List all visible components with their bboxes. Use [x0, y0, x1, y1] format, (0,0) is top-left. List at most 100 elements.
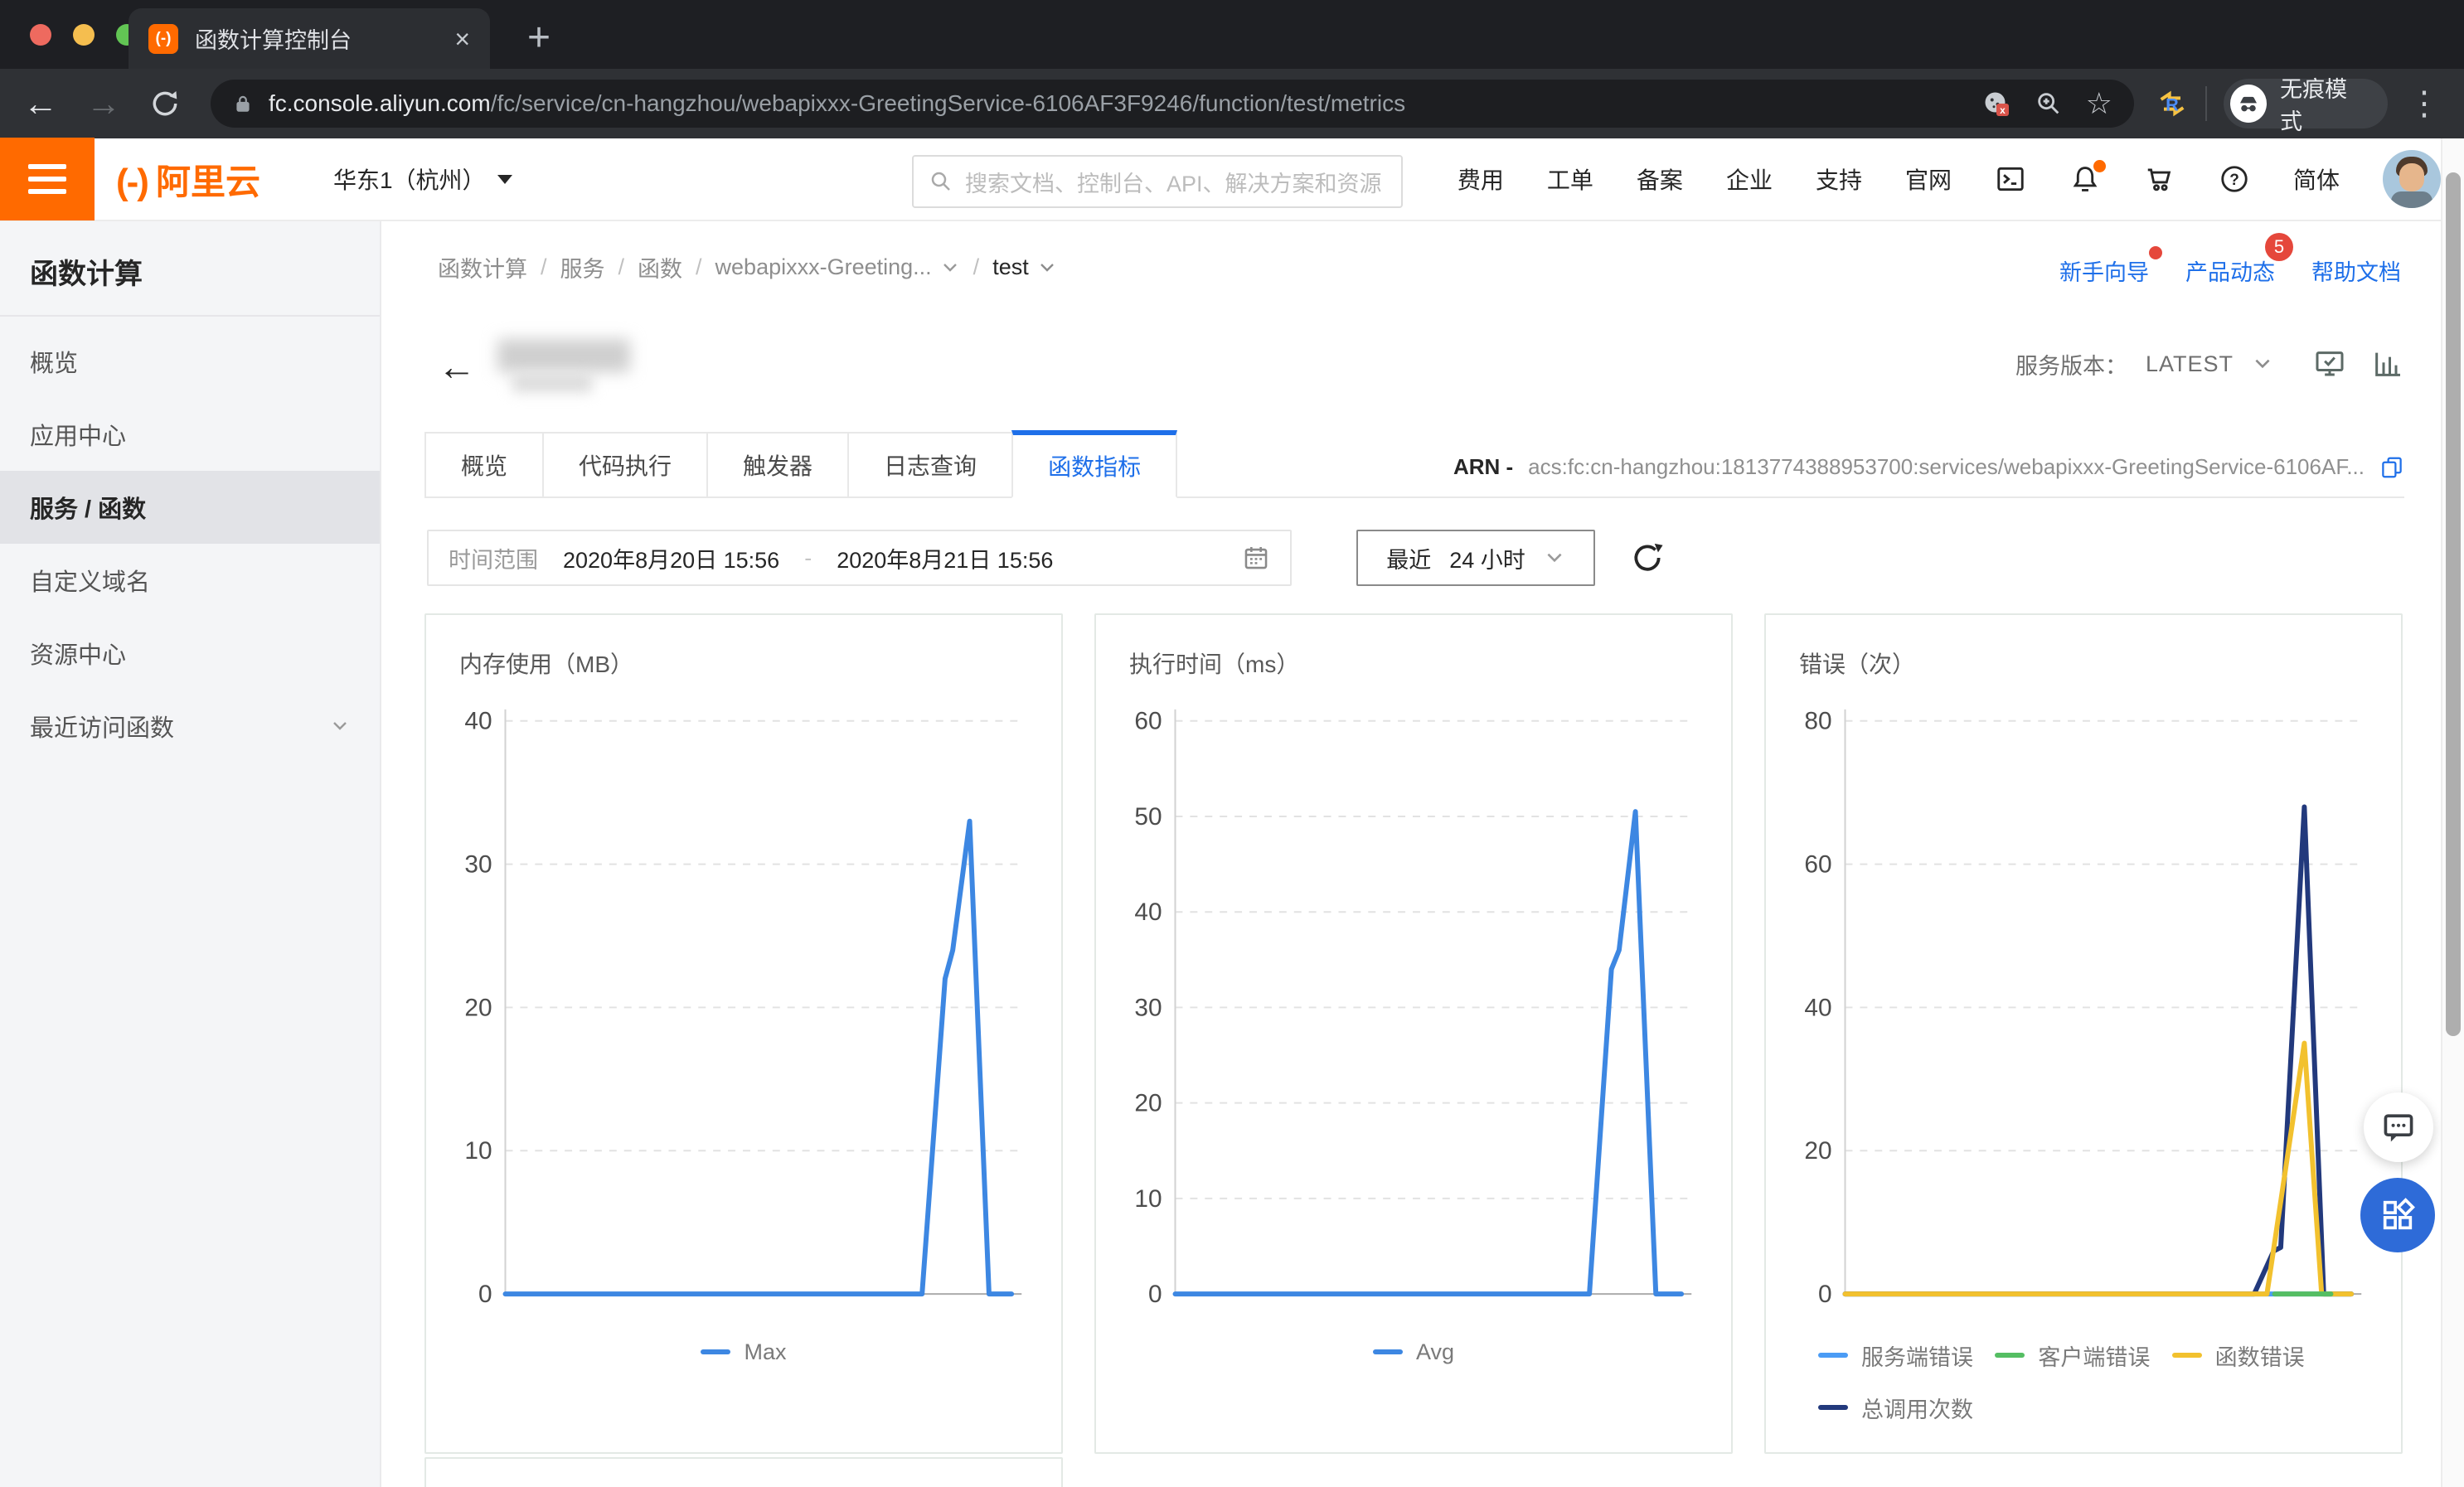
- cloudshell-icon[interactable]: [1995, 163, 2026, 195]
- back-arrow-icon[interactable]: ←: [438, 347, 476, 385]
- chart-legend: Avg: [1096, 1339, 1731, 1365]
- arn-row: ARN - acs:fc:cn-hangzhou:181377438895370…: [1453, 454, 2404, 480]
- sidebar-item-5[interactable]: 最近访问函数: [0, 690, 380, 763]
- next-row-card: [424, 1457, 1063, 1487]
- region-selector[interactable]: 华东1（杭州）: [333, 162, 512, 196]
- reload-button[interactable]: [149, 88, 181, 119]
- browser-tab[interactable]: (-) 函数计算控制台 ×: [129, 8, 490, 69]
- bookmark-star-icon[interactable]: ☆: [2086, 89, 2112, 119]
- line-chart-plot: 020406080: [1766, 680, 2401, 1339]
- url-bar[interactable]: fc.console.aliyun.com/fc/service/cn-hang…: [211, 80, 2134, 128]
- series-函数错误: [1845, 1044, 2351, 1295]
- incognito-badge: 无痕模式: [2224, 79, 2388, 128]
- tabs-row: 概览代码执行触发器日志查询函数指标 ARN - acs:fc:cn-hangzh…: [424, 430, 2404, 498]
- tab-0[interactable]: 概览: [424, 432, 542, 498]
- topnav-item-2[interactable]: 备案: [1637, 162, 1683, 196]
- url-text: fc.console.aliyun.com/fc/service/cn-hang…: [269, 90, 1405, 117]
- hamburger-menu-button[interactable]: [0, 138, 95, 220]
- calendar-icon[interactable]: [1242, 544, 1270, 572]
- breadcrumb-item-0[interactable]: 函数计算: [438, 251, 527, 283]
- legend-item-0[interactable]: 服务端错误: [1818, 1339, 1995, 1372]
- header-link-2[interactable]: 帮助文档: [2311, 254, 2401, 287]
- close-window-button[interactable]: [30, 24, 51, 46]
- chart-title: 内存使用（MB）: [426, 615, 1061, 680]
- tab-4[interactable]: 函数指标: [1011, 430, 1177, 498]
- back-button[interactable]: ←: [23, 84, 58, 124]
- breadcrumb-item-2[interactable]: 函数: [638, 251, 682, 283]
- quick-range-select[interactable]: 最近 24 小时: [1356, 530, 1595, 586]
- lock-icon: [232, 93, 254, 114]
- global-search-input[interactable]: 搜索文档、控制台、API、解决方案和资源: [912, 155, 1403, 208]
- topnav-item-3[interactable]: 企业: [1726, 162, 1773, 196]
- legend-label: 函数错误: [2215, 1339, 2305, 1372]
- monitor-check-icon[interactable]: [2313, 347, 2346, 380]
- series-Avg: [1175, 811, 1681, 1294]
- count-badge: 5: [2265, 233, 2293, 261]
- time-range-picker[interactable]: 时间范围 2020年8月20日 15:56 - 2020年8月21日 15:56: [427, 530, 1292, 586]
- service-version-value[interactable]: LATEST: [2146, 351, 2234, 377]
- sidebar-item-label: 应用中心: [30, 417, 126, 452]
- quick-apps-button[interactable]: [2360, 1178, 2435, 1252]
- breadcrumb-item-1[interactable]: 服务: [560, 251, 605, 283]
- search-placeholder: 搜索文档、控制台、API、解决方案和资源: [965, 166, 1382, 198]
- legend-item-1[interactable]: 客户端错误: [1995, 1339, 2171, 1372]
- tab-3[interactable]: 日志查询: [847, 432, 1011, 498]
- language-selector[interactable]: 简体: [2293, 162, 2340, 196]
- forward-button[interactable]: →: [86, 84, 121, 124]
- breadcrumb-item-3[interactable]: webapixxx-Greeting...: [715, 254, 960, 280]
- sidebar-item-3[interactable]: 自定义域名: [0, 544, 380, 617]
- metrics-bar-chart-icon[interactable]: [2371, 347, 2404, 380]
- sidebar-item-1[interactable]: 应用中心: [0, 398, 380, 471]
- legend-item-0[interactable]: Max: [701, 1339, 786, 1365]
- svg-text:20: 20: [1804, 1137, 1831, 1165]
- aliyun-logo[interactable]: (-) 阿里云: [116, 154, 260, 205]
- refresh-button[interactable]: [1630, 540, 1665, 575]
- zoom-icon[interactable]: [2035, 90, 2063, 118]
- sidebar-item-4[interactable]: 资源中心: [0, 617, 380, 690]
- page-scrollbar[interactable]: [2441, 138, 2464, 1487]
- notifications-bell-icon[interactable]: [2069, 163, 2101, 195]
- chevron-down-icon[interactable]: [2252, 353, 2273, 375]
- svg-text:60: 60: [1804, 851, 1831, 879]
- chevron-down-icon: [330, 716, 350, 736]
- sidebar-item-0[interactable]: 概览: [0, 325, 380, 398]
- topnav-item-1[interactable]: 工单: [1547, 162, 1593, 196]
- tab-2[interactable]: 触发器: [706, 432, 847, 498]
- legend-item-2[interactable]: 函数错误: [2172, 1339, 2349, 1372]
- tab-1[interactable]: 代码执行: [542, 432, 706, 498]
- sidebar-item-2[interactable]: 服务 / 函数: [0, 471, 380, 544]
- copy-icon[interactable]: [2379, 455, 2404, 480]
- legend-label: 客户端错误: [2038, 1339, 2150, 1372]
- tab-close-icon[interactable]: ×: [454, 26, 470, 52]
- legend-swatch: [1818, 1405, 1848, 1410]
- time-range-label: 时间范围: [449, 542, 538, 574]
- minimize-window-button[interactable]: [73, 24, 95, 46]
- time-end-value: 2020年8月21日 15:56: [837, 542, 1053, 574]
- series-Max: [505, 821, 1011, 1294]
- header-link-1[interactable]: 产品动态5: [2185, 254, 2275, 287]
- header-link-0[interactable]: 新手向导: [2059, 254, 2149, 287]
- help-icon[interactable]: ?: [2219, 163, 2250, 195]
- function-name-redacted: [497, 337, 655, 395]
- extension-icon[interactable]: R: [2156, 87, 2189, 120]
- scrollbar-thumb[interactable]: [2446, 172, 2461, 1036]
- sidebar-item-label: 最近访问函数: [30, 709, 174, 744]
- legend-item-0[interactable]: Avg: [1373, 1339, 1454, 1365]
- topnav-item-4[interactable]: 支持: [1816, 162, 1862, 196]
- cart-icon[interactable]: [2144, 163, 2175, 195]
- topnav-item-0[interactable]: 费用: [1458, 162, 1504, 196]
- legend-item-3[interactable]: 总调用次数: [1818, 1392, 1995, 1424]
- svg-text:80: 80: [1804, 708, 1831, 735]
- breadcrumb-item-4[interactable]: test: [992, 254, 1057, 280]
- svg-text:10: 10: [1134, 1185, 1162, 1213]
- browser-menu-icon[interactable]: ⋮: [2408, 85, 2441, 123]
- user-avatar[interactable]: [2383, 150, 2441, 208]
- chevron-down-icon: [1037, 258, 1057, 278]
- chevron-down-icon: [940, 258, 960, 278]
- new-tab-button[interactable]: +: [527, 15, 551, 61]
- svg-text:x: x: [2000, 104, 2006, 116]
- chevron-down-icon: [497, 175, 512, 184]
- cookie-blocked-icon[interactable]: x: [1981, 89, 2011, 119]
- feedback-chat-button[interactable]: [2364, 1092, 2433, 1162]
- topnav-item-5[interactable]: 官网: [1905, 162, 1952, 196]
